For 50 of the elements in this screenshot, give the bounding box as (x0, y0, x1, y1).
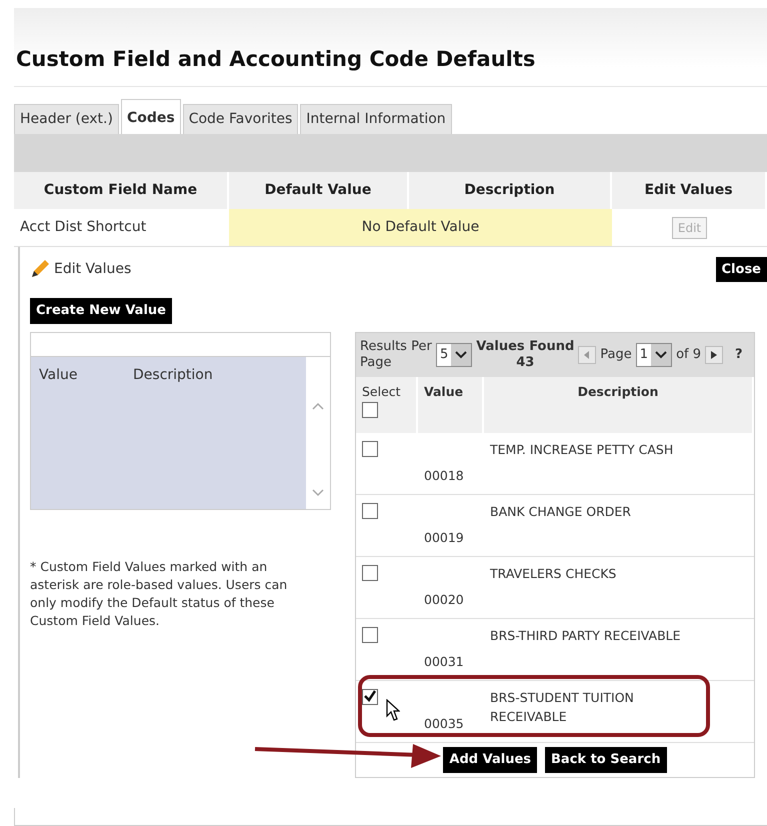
column-header: Description (578, 384, 658, 399)
tab[interactable]: Code Favorites (182, 104, 298, 134)
row-checkbox[interactable] (362, 441, 378, 457)
right-triangle-icon (711, 350, 717, 359)
action-button[interactable]: Add Values (443, 747, 538, 772)
column-header: Edit Values (612, 172, 767, 208)
column-header: Default Value (229, 172, 409, 208)
row-checkbox[interactable] (362, 565, 378, 581)
column-header: Description (409, 172, 612, 208)
values-found-count: 43 (515, 354, 536, 371)
tab[interactable]: Header (ext.) (14, 104, 119, 134)
column-header: Description (133, 366, 213, 384)
pencil-icon (30, 259, 50, 280)
per-page-select[interactable]: 5 (436, 342, 472, 367)
next-page-button[interactable] (705, 346, 723, 364)
page-title: Custom Field and Accounting Code Defaults (14, 8, 767, 86)
tab[interactable]: Internal Information (300, 104, 452, 134)
page-label: Page (600, 346, 632, 364)
page-total: of 9 (676, 346, 701, 364)
close-button[interactable]: Close (716, 256, 767, 282)
action-button[interactable]: Back to Search (545, 747, 667, 772)
row-checkbox[interactable] (362, 627, 378, 643)
values-found-label: Values Found (476, 338, 574, 355)
column-header: Value (39, 366, 78, 384)
help-link[interactable]: ? (735, 345, 743, 364)
per-page-label: Results Per Page (360, 338, 432, 371)
mouse-cursor-icon (386, 699, 400, 721)
table-cell-text: BRS-THIRD PARTY RECEIVABLE (490, 627, 682, 645)
row-checkbox[interactable] (362, 503, 378, 519)
table-cell-text: 00020 (424, 591, 464, 610)
table-cell-text: BANK CHANGE ORDER (490, 503, 632, 521)
table-cell-text: 00018 (424, 467, 464, 486)
table-cell-text: 00019 (424, 529, 464, 548)
select-all-checkbox[interactable] (362, 402, 378, 418)
column-header: Custom Field Name (14, 172, 229, 208)
footnote-text: * Custom Field Values marked with an asterisk are role-based values. Users can only modify the Default status of these Custom Field Values. (30, 558, 288, 630)
table-cell-text: BRS-STUDENT TUITION RECEIVABLE (490, 689, 635, 726)
row-checkbox[interactable] (362, 689, 378, 705)
column-header: Value (424, 384, 464, 399)
table-cell: No Default Value (229, 208, 612, 246)
left-triangle-icon (584, 350, 590, 359)
column-header: Select (362, 383, 402, 401)
tab[interactable]: Codes (120, 98, 181, 134)
page-select[interactable]: 1 (636, 342, 672, 367)
table-cell-text: 00035 (424, 715, 464, 734)
table-cell-text: TRAVELERS CHECKS (490, 565, 618, 583)
table-cell-text: TEMP. INCREASE PETTY CASH (490, 441, 674, 459)
section-heading: Edit Values (54, 260, 132, 279)
table-cell-text: 00031 (424, 653, 464, 672)
create-new-value-button[interactable]: Create New Value (30, 298, 172, 324)
